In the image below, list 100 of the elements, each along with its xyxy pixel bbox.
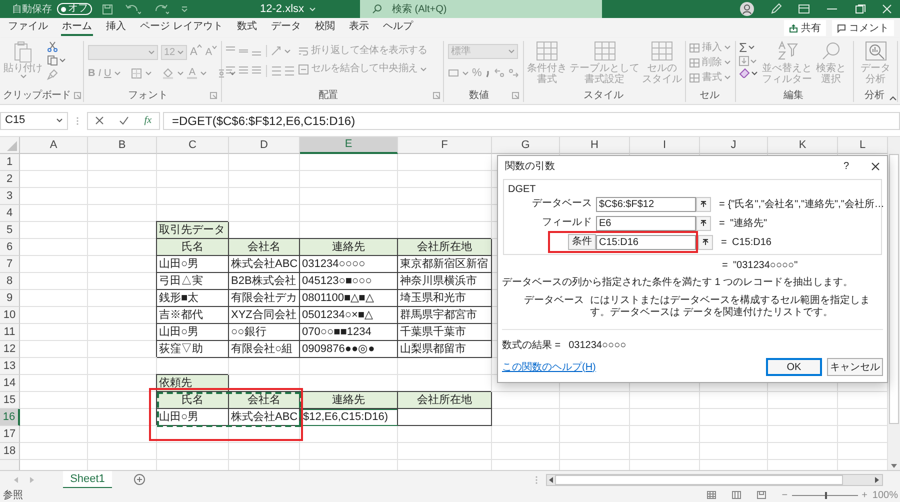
row-header[interactable]: 18 [0,443,20,460]
comment-button[interactable]: コメント [832,20,894,36]
row-header[interactable]: 10 [0,307,20,324]
avatar-icon[interactable] [740,2,754,16]
align-right-icon[interactable] [251,66,262,76]
font-name-field[interactable] [88,44,158,60]
sheet-tab[interactable]: Sheet1 [63,470,112,488]
row-header[interactable]: 9 [0,290,20,307]
borders-icon[interactable] [131,68,142,78]
column-header[interactable]: G [492,137,560,154]
row-header[interactable]: 2 [0,171,20,188]
row-header[interactable]: 16 [0,409,20,426]
align-left-icon[interactable] [225,66,236,76]
currency-icon[interactable] [448,68,459,78]
column-header[interactable]: I [630,137,700,154]
row-header[interactable]: 17 [0,426,20,443]
formula-field[interactable]: =DGET($C$6:$F$12,E6,C15:D16) [163,112,900,130]
menu-tab[interactable]: ファイル [7,20,49,36]
menu-tab[interactable]: 校閲 [314,20,336,36]
undo-icon[interactable] [125,4,141,14]
zoom-slider-thumb[interactable] [824,492,827,498]
menu-tab[interactable]: 数式 [236,20,258,36]
redo-icon[interactable] [153,4,169,14]
menu-tab[interactable]: 挿入 [105,20,127,36]
copy-icon[interactable] [47,55,58,66]
add-sheet-icon[interactable] [134,474,145,485]
next-sheet-icon[interactable] [30,476,34,482]
row-header[interactable]: 13 [0,358,20,375]
file-name[interactable]: 12-2.xlsx [260,0,304,18]
menu-tab[interactable]: データ [270,20,302,36]
row-header[interactable]: 14 [0,375,20,392]
autosave-toggle[interactable]: オフ [57,3,92,15]
column-header[interactable]: K [768,137,838,154]
horizontal-scrollbar[interactable] [546,474,883,486]
select-all-icon[interactable] [7,141,17,151]
column-header[interactable]: F [398,137,492,154]
row-header[interactable]: 1 [0,154,20,171]
insert-function-button[interactable]: fx [144,113,152,128]
share-button[interactable]: 共有 [784,20,826,36]
menu-tab[interactable]: ページ レイアウト [139,20,224,36]
page-break-view-icon[interactable] [756,491,766,499]
fill-down-icon[interactable] [739,56,749,66]
brush-icon[interactable] [47,69,58,80]
decrease-indent-icon[interactable] [271,66,282,76]
enter-icon[interactable] [119,116,130,125]
row-header[interactable]: 6 [0,239,20,256]
argument-field[interactable]: E6 [596,216,696,230]
restore-icon[interactable] [854,4,866,14]
menu-tab[interactable]: ホーム [61,20,93,36]
row-header[interactable]: 7 [0,256,20,273]
decrease-decimal-icon[interactable] [508,68,519,78]
column-header[interactable]: L [838,137,888,154]
row-header[interactable]: 5 [0,222,20,239]
row-header[interactable]: 11 [0,324,20,341]
fill-color-icon[interactable] [162,68,174,78]
increase-decimal-icon[interactable] [494,68,505,78]
collapse-ribbon-icon[interactable] [889,96,897,101]
pen-icon[interactable] [770,3,782,15]
page-layout-view-icon[interactable] [732,491,741,499]
help-button[interactable]: ? [843,158,849,174]
eraser-icon[interactable] [739,68,750,78]
argument-field[interactable]: $C$6:$F$12 [596,196,696,212]
scissors-icon[interactable] [47,41,58,52]
close-icon[interactable] [871,162,880,170]
column-header[interactable]: C [157,137,229,154]
column-header[interactable]: J [700,137,768,154]
normal-view-icon[interactable] [706,491,716,499]
menu-tab[interactable]: ヘルプ [382,20,414,36]
row-header[interactable]: 3 [0,188,20,205]
collapse-dialog-button[interactable] [698,234,713,250]
search-field[interactable]: 検索 (Alt+Q) [392,2,572,16]
previous-sheet-icon[interactable] [14,476,18,482]
column-header[interactable]: H [560,137,630,154]
search-box[interactable]: 検索 (Alt+Q) [360,0,602,18]
collapse-dialog-button[interactable] [696,196,711,212]
increase-indent-icon[interactable] [284,66,295,76]
save-icon[interactable] [102,4,113,14]
vertical-scrollbar[interactable] [888,137,900,470]
collapse-dialog-button[interactable] [696,216,711,230]
dialog-button[interactable]: キャンセル [827,358,883,376]
column-header[interactable]: A [20,137,88,154]
row-header[interactable]: 4 [0,205,20,222]
cancel-icon[interactable] [95,116,104,125]
ribbon-display-icon[interactable] [798,4,810,14]
row-header[interactable]: 8 [0,273,20,290]
column-header[interactable]: B [88,137,157,154]
dialog-button[interactable]: OK [766,358,822,376]
column-header[interactable]: E [300,137,398,154]
editing-cell[interactable]: $12,E6,C15:D16) [300,409,398,426]
name-box[interactable]: C15 [0,112,68,130]
customize-caret-icon[interactable] [181,6,188,12]
orientation-icon[interactable] [271,46,282,56]
row-header[interactable]: 15 [0,392,20,409]
column-header[interactable]: D [229,137,300,154]
autosum-button[interactable]: Σ [739,41,748,54]
help-link[interactable]: この関数のヘルプ(H) [502,360,596,374]
argument-field[interactable]: C15:D16 [596,234,696,250]
menu-tab[interactable]: 表示 [348,20,370,36]
align-center-icon[interactable] [238,66,249,76]
phonetic-icon[interactable] [217,68,226,78]
